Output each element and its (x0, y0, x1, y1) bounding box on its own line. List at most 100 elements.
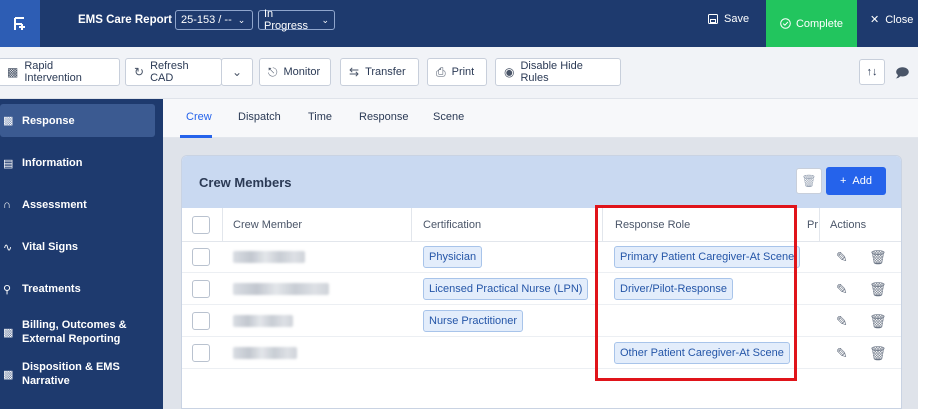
redacted-crew-name (233, 283, 329, 295)
close-button[interactable]: ✕ Close (870, 13, 914, 27)
row-checkbox[interactable] (192, 312, 210, 330)
sidebar-item-information[interactable]: ▤ Information (0, 149, 155, 177)
tab-bar: Crew Dispatch Time Response Scene (163, 99, 918, 138)
tab-dispatch[interactable]: Dispatch (238, 111, 281, 123)
sidebar-item-vital-signs[interactable]: ∿ Vital Signs (0, 233, 155, 261)
save-button[interactable]: Save (708, 13, 749, 25)
trash-icon[interactable]: 🗑 (869, 313, 887, 330)
redacted-crew-name (233, 347, 297, 359)
rapid-intervention-label: Rapid Intervention (24, 60, 82, 84)
heartbeat-icon: ∿ (3, 241, 13, 254)
monitor-button[interactable]: ⎋ Monitor (259, 58, 331, 86)
main-content: Crew Dispatch Time Response Scene Crew M… (163, 99, 918, 409)
complete-button[interactable]: Complete (766, 0, 857, 47)
certification-tag: Physician (423, 246, 483, 268)
close-icon: ✕ (870, 14, 880, 26)
complete-label: Complete (795, 17, 844, 30)
edit-icon[interactable]: ✎ (836, 249, 848, 266)
chevron-down-icon: ⌄ (237, 14, 246, 25)
sidebar-item-label: Vital Signs (22, 241, 79, 253)
trash-icon: 🗑 (801, 174, 817, 188)
print-button[interactable]: ⎙ Print (427, 58, 487, 86)
sidebar-item-disposition[interactable]: ▩ Disposition & EMS Narrative (0, 357, 155, 391)
sidebar-item-billing[interactable]: ▩ Billing, Outcomes & External Reporting (0, 315, 155, 349)
transfer-label: Transfer (365, 66, 406, 78)
monitor-label: Monitor (283, 66, 321, 78)
trash-icon[interactable]: 🗑 (869, 281, 887, 298)
select-all-checkbox[interactable] (192, 216, 210, 234)
chat-icon[interactable]: 🗩 (895, 64, 909, 86)
column-divider (222, 208, 223, 242)
tab-scene[interactable]: Scene (433, 111, 464, 123)
ambulance-icon: ▩ (3, 115, 14, 127)
sidebar-item-assessment[interactable]: ∩ Assessment (0, 191, 155, 219)
print-icon: ⎙ (436, 64, 446, 79)
eye-icon: ◉ (504, 65, 515, 79)
chevron-down-icon: ⌄ (231, 65, 243, 79)
ambulance-icon: ▩ (7, 65, 19, 79)
close-label: Close (885, 13, 914, 26)
app-title: EMS Care Report (78, 14, 172, 26)
refresh-icon: ↻ (134, 65, 145, 79)
refresh-cad-label: Refresh CAD (150, 60, 189, 84)
column-divider (411, 208, 412, 242)
app-logo[interactable] (0, 0, 40, 47)
save-label: Save (724, 13, 750, 25)
certification-tag: Nurse Practitioner (423, 310, 524, 332)
row-checkbox[interactable] (192, 344, 210, 362)
refresh-cad-button[interactable]: ↻ Refresh CAD (125, 58, 222, 86)
card-header: Crew Members 🗑 + Add (182, 156, 901, 208)
stethoscope-icon: ∩ (3, 199, 11, 211)
transfer-icon: ⇆ (349, 65, 360, 79)
col-actions: Actions (830, 219, 867, 231)
sidebar-item-label: Treatments (22, 283, 81, 295)
logo-icon (14, 16, 25, 30)
certification-tag: Licensed Practical Nurse (LPN) (423, 278, 589, 300)
sidebar-item-response[interactable]: ▩ Response (0, 104, 155, 137)
sidebar-item-label: Disposition & EMS Narrative (22, 361, 120, 387)
sort-button[interactable]: ↑↓ (859, 59, 885, 85)
incident-select-value: 25-153 / -- (181, 14, 232, 26)
sidebar-item-treatments[interactable]: ⚲ Treatments (0, 275, 155, 303)
delete-selected-button[interactable]: 🗑 (796, 168, 822, 194)
sidebar-item-label: Assessment (22, 199, 87, 211)
sidebar: ▩ Response ▤ Information ∩ Assessment ∿ … (0, 99, 163, 409)
row-checkbox[interactable] (192, 280, 210, 298)
tab-crew[interactable]: Crew (186, 111, 212, 123)
id-card-icon: ▤ (3, 157, 14, 170)
refresh-cad-dropdown[interactable]: ⌄ (221, 58, 253, 86)
redacted-crew-name (233, 315, 293, 327)
rapid-intervention-button[interactable]: ▩ Rapid Intervention (0, 58, 120, 86)
add-crew-button[interactable]: + Add (826, 167, 886, 195)
trash-icon[interactable]: 🗑 (869, 345, 887, 362)
col-crew-member: Crew Member (233, 219, 303, 231)
edit-icon[interactable]: ✎ (836, 345, 848, 362)
save-icon (708, 14, 718, 24)
top-header: EMS Care Report 25-153 / -- ⌄ In Progres… (0, 0, 918, 47)
transfer-button[interactable]: ⇆ Transfer (340, 58, 419, 86)
row-checkbox[interactable] (192, 248, 210, 266)
tab-response[interactable]: Response (359, 111, 409, 123)
incident-select[interactable]: 25-153 / -- ⌄ (175, 10, 253, 30)
status-select-value: In Progress (264, 8, 309, 32)
toolbar: ▩ Rapid Intervention ↻ Refresh CAD ⌄ ⎋ M… (0, 47, 918, 99)
disable-hide-rules-button[interactable]: ◉ Disable Hide Rules (495, 58, 621, 86)
status-select[interactable]: In Progress ⌄ (258, 8, 335, 32)
col-pr: Pr (807, 219, 818, 231)
sidebar-item-label: Billing, Outcomes & External Reporting (22, 319, 127, 345)
sidebar-item-label: Information (22, 157, 83, 169)
plus-icon: + (839, 175, 847, 187)
sidebar-item-label: Response (22, 114, 75, 127)
response-role-highlight-box (595, 205, 797, 381)
check-circle-icon (780, 18, 791, 29)
redacted-crew-name (233, 251, 305, 263)
print-label: Print (451, 66, 475, 78)
edit-icon[interactable]: ✎ (836, 281, 848, 298)
tab-time[interactable]: Time (308, 111, 332, 123)
billing-icon: ▩ (3, 326, 14, 339)
sort-icon: ↑↓ (866, 66, 878, 78)
column-divider (819, 208, 820, 242)
edit-icon[interactable]: ✎ (836, 313, 848, 330)
active-tab-indicator (180, 135, 212, 138)
trash-icon[interactable]: 🗑 (869, 249, 887, 266)
